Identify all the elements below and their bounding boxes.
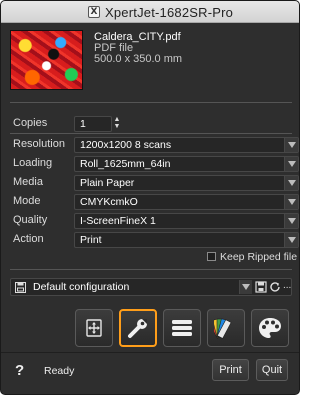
copies-label: Copies <box>13 117 48 129</box>
dropdown-arrow-icon[interactable] <box>284 233 298 247</box>
mode-value: CMYKcmkO <box>80 196 138 208</box>
action-row: Action Print <box>10 232 299 248</box>
dropdown-arrow-icon[interactable] <box>284 138 298 152</box>
wrench-tool-button[interactable] <box>119 309 157 347</box>
list-icon <box>172 320 192 336</box>
action-label: Action <box>13 233 44 245</box>
keep-ripped-checkbox[interactable] <box>207 252 216 261</box>
file-size: 500.0 x 350.0 mm <box>94 53 183 65</box>
palette-tool-button[interactable] <box>251 309 289 347</box>
stepper-down-icon[interactable]: ▼ <box>113 123 121 130</box>
media-value: Plain Paper <box>80 177 135 189</box>
divider <box>10 269 292 270</box>
mode-select[interactable]: CMYKcmkO <box>74 194 299 210</box>
file-panel: Caldera_CITY.pdf PDF file 500.0 x 350.0 … <box>10 30 290 100</box>
action-select[interactable]: Print <box>74 232 299 248</box>
configuration-select[interactable]: Default configuration ... <box>10 278 292 296</box>
save-config-icon[interactable] <box>255 281 267 293</box>
file-thumbnail <box>10 30 83 90</box>
title-bar[interactable]: X XpertJet-1682SR-Pro <box>1 1 299 23</box>
stepper-up-icon[interactable]: ▲ <box>113 116 121 123</box>
configuration-value: Default configuration <box>33 281 130 293</box>
quality-value: I-ScreenFineX 1 <box>80 215 156 227</box>
swatch-tool-button[interactable] <box>207 309 245 347</box>
copies-stepper[interactable]: ▲ ▼ <box>113 116 121 132</box>
mode-row: Mode CMYKcmkO <box>10 194 299 210</box>
resolution-row: Resolution 1200x1200 8 scans <box>10 137 299 153</box>
quality-select[interactable]: I-ScreenFineX 1 <box>74 213 299 229</box>
mode-label: Mode <box>13 195 41 207</box>
dropdown-arrow-icon[interactable] <box>284 195 298 209</box>
action-value: Print <box>80 234 102 246</box>
copies-input[interactable]: 1 <box>74 116 112 132</box>
resolution-select[interactable]: 1200x1200 8 scans <box>74 137 299 153</box>
palette-icon <box>259 318 281 338</box>
dropdown-arrow-icon[interactable] <box>239 280 252 294</box>
print-button[interactable]: Print <box>212 359 249 381</box>
more-options-button[interactable]: ... <box>283 281 295 293</box>
config-printer-icon <box>15 282 26 293</box>
app-icon: X <box>88 6 100 18</box>
status-text: Ready <box>44 365 75 377</box>
quality-label: Quality <box>13 214 48 226</box>
dropdown-arrow-icon[interactable] <box>284 214 298 228</box>
window-title: XpertJet-1682SR-Pro <box>105 5 234 20</box>
dropdown-arrow-icon[interactable] <box>284 176 298 190</box>
loading-select[interactable]: Roll_1625mm_64in <box>74 156 299 172</box>
loading-label: Loading <box>13 157 53 169</box>
move-icon <box>86 319 102 337</box>
quality-row: Quality I-ScreenFineX 1 <box>10 213 299 229</box>
resolution-value: 1200x1200 8 scans <box>80 139 172 151</box>
quit-button[interactable]: Quit <box>256 359 288 381</box>
divider <box>10 133 292 134</box>
color-swatch-icon <box>214 318 232 339</box>
media-row: Media Plain Paper <box>10 175 299 191</box>
move-tool-button[interactable] <box>75 309 113 347</box>
print-window: X XpertJet-1682SR-Pro Caldera_CITY.pdf P… <box>0 0 300 395</box>
keep-ripped-label: Keep Ripped file <box>220 251 298 263</box>
refresh-icon[interactable] <box>269 281 281 293</box>
divider <box>10 102 292 103</box>
help-button[interactable]: ? <box>15 362 24 379</box>
loading-value: Roll_1625mm_64in <box>80 158 171 170</box>
copies-row: Copies 1 ▲ ▼ <box>10 116 292 132</box>
wrench-icon <box>128 319 147 338</box>
loading-row: Loading Roll_1625mm_64in <box>10 156 299 172</box>
media-label: Media <box>13 176 43 188</box>
file-info: Caldera_CITY.pdf PDF file 500.0 x 350.0 … <box>94 32 182 65</box>
dropdown-arrow-icon[interactable] <box>284 157 298 171</box>
resolution-label: Resolution <box>13 138 65 150</box>
media-select[interactable]: Plain Paper <box>74 175 299 191</box>
divider <box>1 352 299 353</box>
list-tool-button[interactable] <box>163 309 201 347</box>
